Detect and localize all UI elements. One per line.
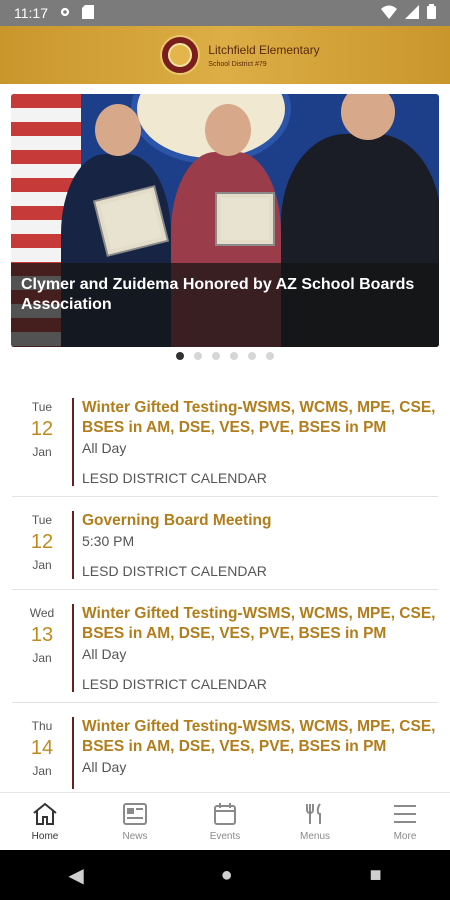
event-time: All Day	[82, 440, 127, 456]
carousel-dot[interactable]	[248, 352, 256, 360]
event-divider	[72, 511, 74, 579]
news-carousel-slide[interactable]: Clymer and Zuidema Honored by AZ School …	[11, 94, 439, 347]
event-divider	[72, 398, 74, 486]
event-divider	[72, 604, 74, 692]
event-item[interactable]: Tue 12 Jan Winter Gifted Testing-WSMS, W…	[12, 384, 438, 497]
status-bar: 11:17	[0, 0, 450, 26]
district-name: School District #79	[208, 60, 267, 68]
battery-icon	[427, 4, 436, 22]
gear-icon	[58, 5, 72, 22]
system-nav-bar: ◀ ● ■	[0, 850, 450, 900]
event-date: Tue 12 Jan	[30, 400, 54, 459]
sd-card-icon	[82, 4, 94, 22]
event-divider	[72, 717, 74, 789]
main-content[interactable]: Clymer and Zuidema Honored by AZ School …	[0, 84, 450, 792]
school-logo	[160, 35, 201, 75]
news-caption[interactable]: Clymer and Zuidema Honored by AZ School …	[11, 263, 439, 347]
signal-icon	[405, 4, 419, 22]
carousel-indicator[interactable]	[0, 352, 450, 360]
event-date: Thu 14 Jan	[30, 719, 54, 778]
home-icon	[31, 801, 59, 827]
event-date: Wed 13 Jan	[29, 606, 55, 665]
school-name: Litchfield Elementary	[208, 42, 320, 57]
status-time: 11:17	[14, 5, 48, 21]
event-list: Tue 12 Jan Winter Gifted Testing-WSMS, W…	[12, 384, 438, 792]
event-time: All Day	[82, 759, 127, 775]
app-header: Litchfield Elementary School District #7…	[0, 26, 450, 84]
fork-knife-icon	[301, 801, 329, 827]
wifi-icon	[381, 5, 397, 22]
carousel-dot[interactable]	[230, 352, 238, 360]
home-circle-icon[interactable]: ●	[221, 864, 233, 887]
bottom-nav: Home News Events Menus More	[0, 792, 450, 850]
nav-events[interactable]: Events	[180, 793, 270, 850]
certificate-frame	[217, 194, 273, 244]
event-title[interactable]: Winter Gifted Testing-WSMS, WCMS, MPE, C…	[82, 717, 438, 757]
carousel-dot[interactable]	[176, 352, 184, 360]
event-date: Tue 12 Jan	[30, 513, 54, 572]
event-title[interactable]: Governing Board Meeting	[82, 511, 438, 531]
nav-menus[interactable]: Menus	[270, 793, 360, 850]
event-calendar: LESD DISTRICT CALENDAR	[82, 470, 267, 486]
newspaper-icon	[121, 801, 149, 827]
nav-news[interactable]: News	[90, 793, 180, 850]
carousel-dot[interactable]	[212, 352, 220, 360]
nav-home[interactable]: Home	[0, 793, 90, 850]
back-icon[interactable]: ◀	[68, 863, 83, 888]
nav-more[interactable]: More	[360, 793, 450, 850]
event-calendar: LESD DISTRICT CALENDAR	[82, 676, 267, 692]
event-title[interactable]: Winter Gifted Testing-WSMS, WCMS, MPE, C…	[82, 604, 438, 644]
event-title[interactable]: Winter Gifted Testing-WSMS, WCMS, MPE, C…	[82, 398, 438, 438]
event-calendar: LESD DISTRICT CALENDAR	[82, 563, 267, 579]
menu-icon	[391, 801, 419, 827]
event-time: All Day	[82, 646, 127, 662]
recents-icon[interactable]: ■	[369, 864, 381, 887]
carousel-dot[interactable]	[266, 352, 274, 360]
event-item[interactable]: Thu 14 Jan Winter Gifted Testing-WSMS, W…	[12, 703, 438, 792]
event-time: 5:30 PM	[82, 533, 135, 549]
calendar-icon	[211, 801, 239, 827]
event-item[interactable]: Tue 12 Jan Governing Board Meeting 5:30 …	[12, 497, 438, 590]
event-item[interactable]: Wed 13 Jan Winter Gifted Testing-WSMS, W…	[12, 590, 438, 703]
carousel-dot[interactable]	[194, 352, 202, 360]
